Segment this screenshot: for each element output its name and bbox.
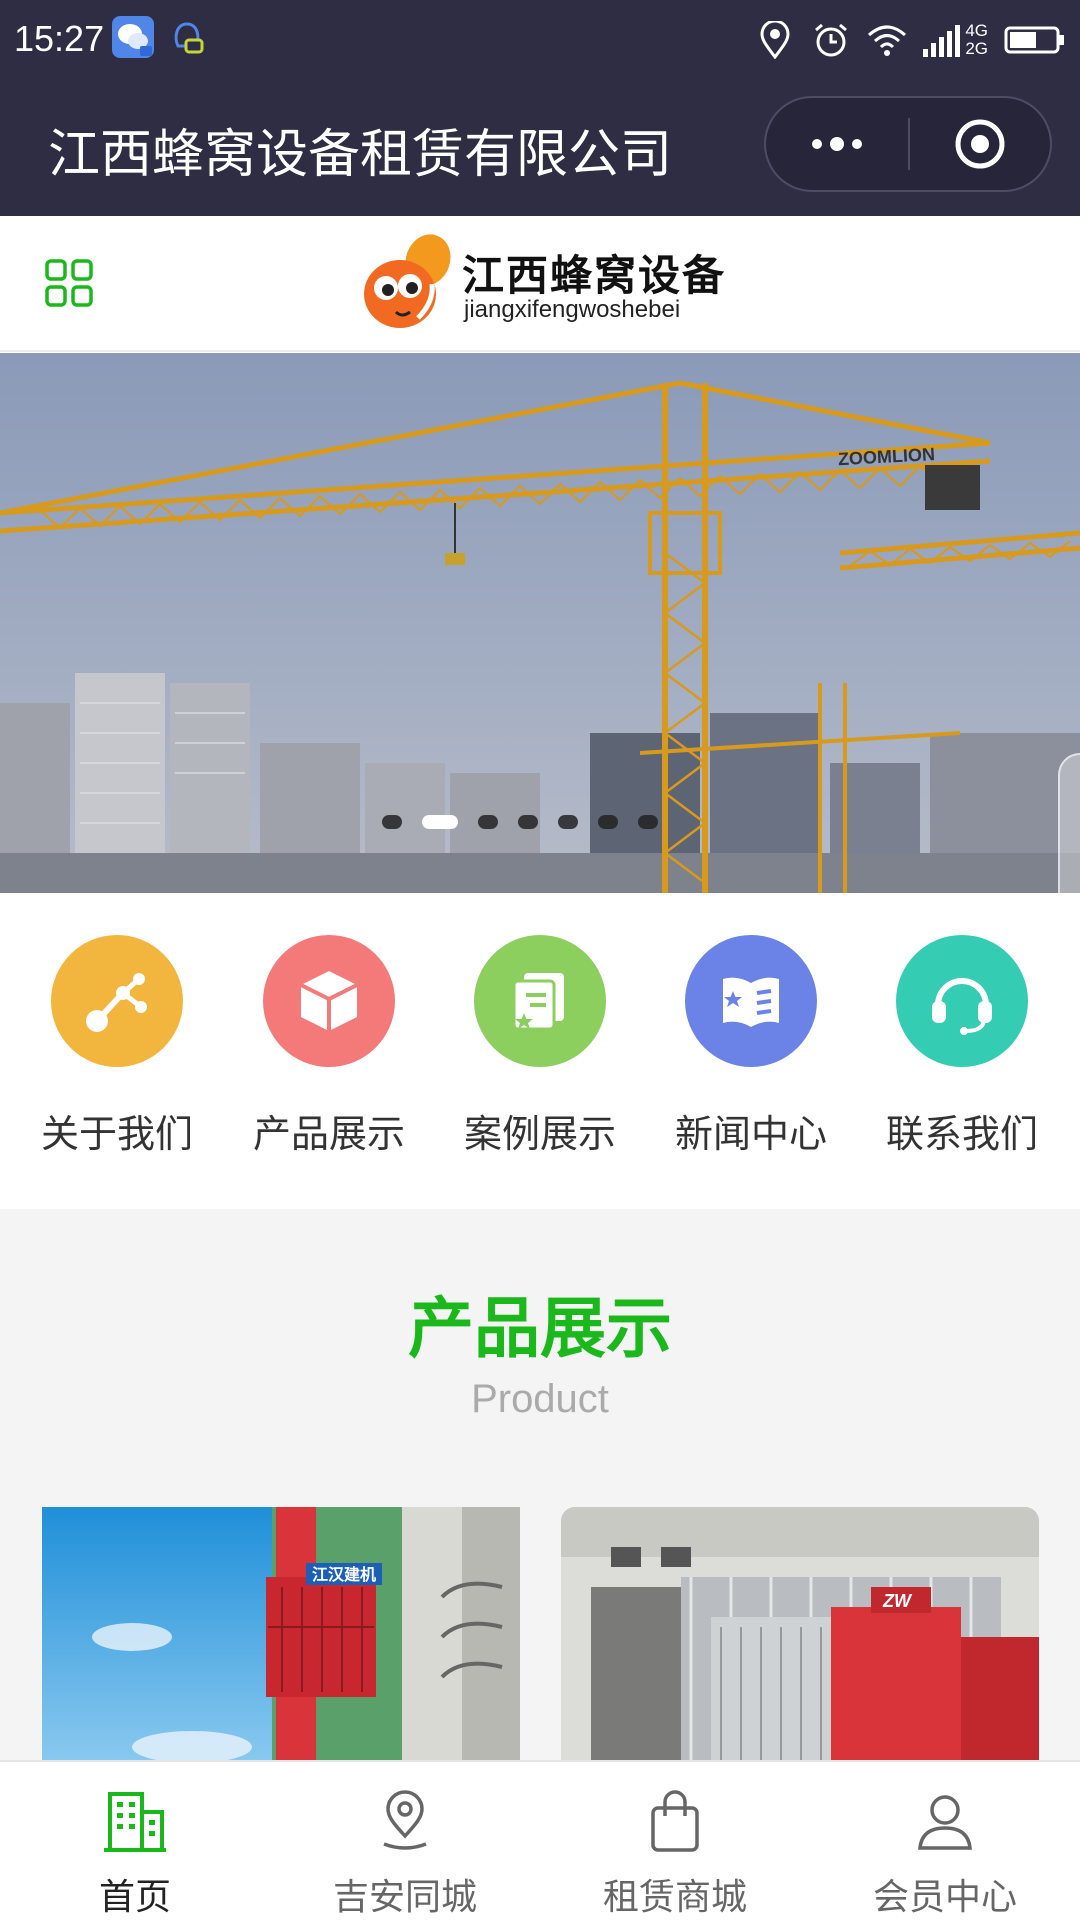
section-subtitle: Product — [471, 1377, 609, 1421]
shopping-bag-icon — [651, 1790, 699, 1852]
tab-rental-mall[interactable]: 租赁商城 — [540, 1762, 810, 1920]
carousel-dot[interactable] — [422, 815, 458, 829]
tab-label: 会员中心 — [872, 1877, 1017, 1918]
carousel-indicators — [382, 812, 658, 832]
signal-icon: 4G 2G — [923, 22, 988, 58]
status-icons: 4G 2G — [755, 16, 1066, 64]
product-card[interactable]: 江汉建机 — [42, 1507, 520, 1767]
nav-products[interactable]: 产品展示 — [239, 935, 419, 1158]
site-header: 江西蜂窝设备 jiangxifengwoshebei — [0, 216, 1080, 352]
close-button[interactable] — [910, 98, 1050, 190]
tab-jian-local[interactable]: 吉安同城 — [270, 1762, 540, 1920]
location-icon — [755, 20, 795, 60]
news-book-icon — [685, 935, 817, 1067]
carousel-dot[interactable] — [558, 815, 578, 829]
capsule-menu — [764, 96, 1052, 192]
user-icon — [918, 1795, 972, 1850]
headset-icon — [896, 935, 1028, 1067]
close-target-icon — [955, 119, 1005, 169]
network-4g: 4G — [965, 21, 988, 40]
bottom-tab-bar: 首页 吉安同城 租赁商城 会员中心 — [0, 1760, 1080, 1920]
wechat-notification-icon — [112, 16, 154, 58]
product-card[interactable]: ZW — [561, 1507, 1039, 1767]
app-screen: 15:27 4G 2G 江西蜂窝设备租赁有限公司 江西蜂窝设备 jiangxif… — [0, 0, 1080, 1920]
hoist-sign-text: 江汉建机 — [312, 1565, 376, 1584]
more-button[interactable] — [766, 98, 908, 190]
status-bar: 15:27 4G 2G — [0, 0, 1080, 82]
certificate-icon — [474, 935, 606, 1067]
nav-contact[interactable]: 联系我们 — [872, 935, 1052, 1158]
logo-pinyin-name: jiangxifengwoshebei — [464, 296, 681, 323]
more-dots-icon — [812, 137, 862, 151]
nav-label: 联系我们 — [885, 1112, 1038, 1156]
tab-home[interactable]: 首页 — [0, 1762, 270, 1920]
site-logo[interactable]: 江西蜂窝设备 jiangxifengwoshebei — [356, 232, 736, 336]
nav-cases[interactable]: 案例展示 — [450, 935, 630, 1158]
grid-menu-icon[interactable] — [44, 258, 94, 308]
tab-label: 首页 — [98, 1877, 171, 1918]
tab-member-center[interactable]: 会员中心 — [810, 1762, 1080, 1920]
network-2g: 2G — [965, 39, 988, 58]
network-nodes-icon — [51, 935, 183, 1067]
tab-label: 租赁商城 — [602, 1877, 747, 1918]
construction-elevator-factory-photo: ZW — [561, 1507, 1039, 1767]
nav-label: 案例展示 — [463, 1112, 616, 1156]
page-title: 江西蜂窝设备租赁有限公司 — [48, 125, 673, 185]
building-icon — [104, 1792, 166, 1852]
banner-next-peek — [1058, 753, 1080, 893]
nav-about-us[interactable]: 关于我们 — [27, 935, 207, 1158]
elevator-sign-text: ZW — [882, 1591, 913, 1611]
carousel-dot[interactable] — [518, 815, 538, 829]
carousel-dot[interactable] — [382, 815, 402, 829]
carousel-dot[interactable] — [638, 815, 658, 829]
map-pin-icon — [383, 1790, 427, 1850]
wifi-icon — [867, 20, 907, 60]
nav-news[interactable]: 新闻中心 — [661, 935, 841, 1158]
nav-label: 新闻中心 — [674, 1112, 827, 1156]
bee-logo-icon — [364, 234, 451, 328]
status-time: 15:27 — [14, 18, 105, 59]
section-title: 产品展示 — [408, 1290, 672, 1367]
construction-hoist-photo: 江汉建机 — [42, 1507, 520, 1767]
qq-notification-icon — [166, 16, 208, 58]
alarm-icon — [811, 20, 851, 60]
carousel-dot[interactable] — [598, 815, 618, 829]
nav-label: 关于我们 — [40, 1112, 193, 1156]
mini-program-title-bar: 江西蜂窝设备租赁有限公司 — [0, 82, 1080, 216]
cube-icon — [263, 935, 395, 1067]
battery-icon — [1004, 20, 1066, 60]
nav-label: 产品展示 — [252, 1112, 405, 1156]
quick-nav: 关于我们 产品展示 案例展示 新闻中心 联系我们 — [0, 893, 1080, 1209]
tab-label: 吉安同城 — [332, 1877, 477, 1918]
logo-chinese-name: 江西蜂窝设备 — [462, 251, 727, 300]
carousel-dot[interactable] — [478, 815, 498, 829]
product-section: 产品展示 Product 江汉建机 ZW — [0, 1209, 1080, 1767]
